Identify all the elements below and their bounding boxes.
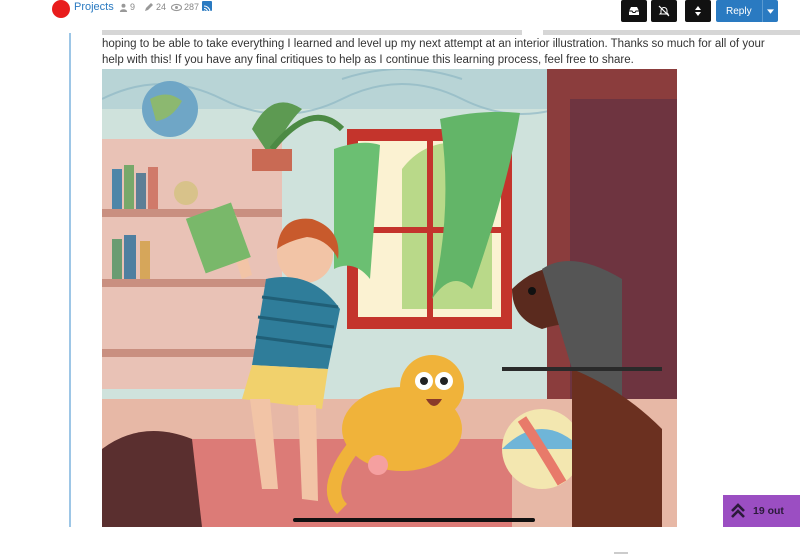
chevron-down-icon: [767, 8, 774, 14]
sort-button[interactable]: [685, 0, 711, 22]
footer-mark: [614, 552, 628, 554]
reply-label: Reply: [726, 5, 752, 17]
rss-icon[interactable]: [202, 1, 212, 13]
home-indicator: [293, 518, 535, 522]
category-icon[interactable]: [52, 0, 70, 18]
reply-options-button[interactable]: [762, 0, 778, 22]
mute-icon: [658, 5, 670, 17]
post-text: hoping to be able to take everything I l…: [102, 38, 765, 66]
edits-count: 24: [156, 2, 167, 12]
sort-icon: [695, 6, 701, 16]
thread-line: [69, 33, 71, 527]
topic-header: Projects 9 24 287 Reply: [0, 0, 800, 32]
edits-stat: 24: [144, 2, 166, 12]
category-link[interactable]: Projects: [74, 0, 114, 14]
posts-icon: [119, 3, 128, 12]
unread-count-label: 19 out: [753, 505, 784, 517]
edit-icon: [145, 3, 153, 11]
double-chevron-up-icon: [723, 503, 753, 519]
post-illustration[interactable]: [102, 69, 677, 527]
posts-stat: 9: [119, 2, 135, 12]
views-icon: [171, 3, 182, 11]
views-count: 287: [184, 2, 200, 12]
reply-button[interactable]: Reply: [716, 0, 778, 22]
views-stat: 287: [171, 2, 199, 12]
inbox-button[interactable]: [621, 0, 647, 22]
clipped-text-line: [102, 30, 800, 35]
inbox-icon: [629, 7, 639, 15]
mute-button[interactable]: [651, 0, 677, 22]
posts-count: 9: [130, 2, 136, 12]
unread-jump-button[interactable]: 19 out: [723, 495, 800, 527]
